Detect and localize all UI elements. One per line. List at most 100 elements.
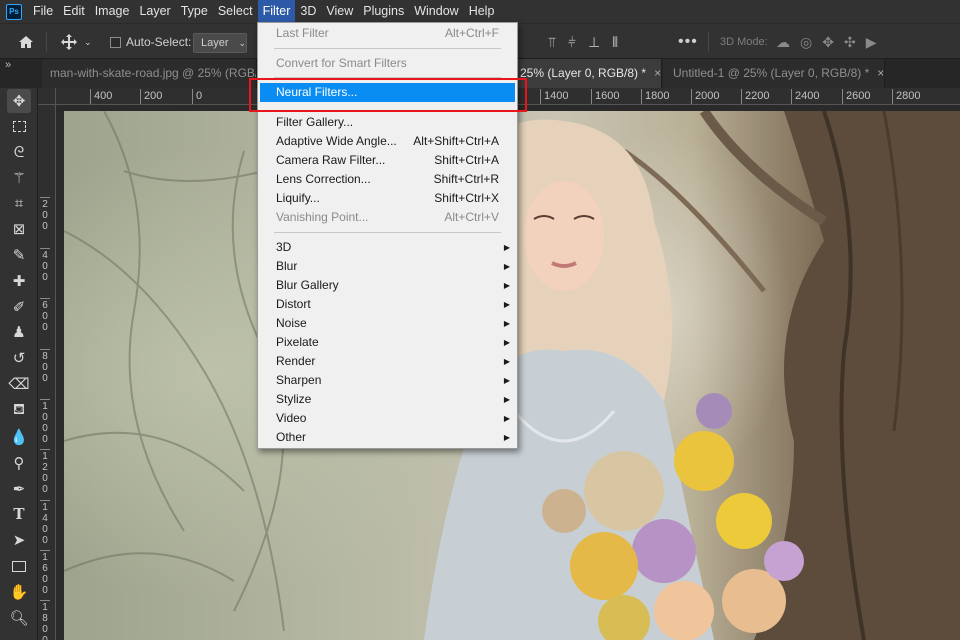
submenu-arrow-icon: ▶ — [503, 338, 510, 347]
auto-select-label: Auto-Select: — [126, 35, 192, 49]
menu-item-label: Video — [276, 411, 307, 425]
menu-item-lens-correction[interactable]: Lens Correction... Shift+Ctrl+R — [258, 170, 517, 189]
distribute-icon[interactable]: ⫴ — [612, 34, 618, 51]
menu-item-stylize[interactable]: Stylize ▶ — [258, 390, 517, 409]
menu-view[interactable]: View — [321, 0, 358, 23]
menu-filter[interactable]: Filter — [257, 0, 296, 23]
menu-select[interactable]: Select — [213, 0, 258, 23]
align-vertical-center-icon[interactable]: ⫩ — [568, 34, 576, 51]
marquee-tool-icon[interactable] — [7, 114, 31, 138]
chevron-down-icon: ⌄ — [238, 37, 247, 48]
slide-3d-icon[interactable]: ✣ — [844, 34, 856, 51]
menu-window[interactable]: Window — [409, 0, 463, 23]
dodge-tool-icon[interactable]: ⚲ — [7, 451, 31, 475]
ruler-tick-label: 1800 — [641, 89, 669, 104]
menu-item-filter-gallery[interactable]: Filter Gallery... — [258, 113, 517, 132]
ruler-tick-label: 1400 — [540, 89, 568, 104]
menu-image[interactable]: Image — [90, 0, 135, 23]
menu-item-neural-filters[interactable]: Neural Filters... — [260, 83, 515, 102]
align-bottom-icon[interactable]: ⊥ — [588, 34, 600, 51]
menu-help[interactable]: Help — [464, 0, 500, 23]
move-tool-preset-button[interactable]: ⌄ — [60, 24, 92, 60]
align-top-icon[interactable]: ⫪ — [548, 34, 556, 51]
eraser-tool-icon[interactable]: ⌫ — [7, 372, 31, 396]
magic-wand-tool-icon[interactable]: ⚚ — [7, 166, 31, 190]
close-icon[interactable]: × — [654, 66, 661, 80]
menu-3d[interactable]: 3D — [295, 0, 321, 23]
menu-item-sharpen[interactable]: Sharpen ▶ — [258, 371, 517, 390]
type-tool-icon[interactable]: T — [7, 502, 31, 526]
path-selection-tool-icon[interactable]: ➤ — [7, 528, 31, 552]
menu-item-label: Filter Gallery... — [276, 115, 354, 129]
menu-item-vanishing-point[interactable]: Vanishing Point... Alt+Ctrl+V — [258, 208, 517, 227]
tab-man-with-skate-road[interactable]: man-with-skate-road.jpg @ 25% (RGB/ — [42, 59, 257, 88]
menu-item-camera-raw-filter[interactable]: Camera Raw Filter... Shift+Ctrl+A — [258, 151, 517, 170]
menu-item-liquify[interactable]: Liquify... Shift+Ctrl+X — [258, 189, 517, 208]
auto-select-checkbox[interactable]: Auto-Select: — [110, 24, 191, 60]
menu-item-label: Blur Gallery — [276, 278, 339, 292]
toolbar-divider — [708, 32, 709, 52]
move-tool-icon[interactable]: ✥ — [7, 89, 31, 113]
tab-label: man-with-skate-road.jpg @ 25% (RGB/ — [50, 66, 257, 80]
tab-untitled-1[interactable]: Untitled-1 @ 25% (Layer 0, RGB/8) * × — [663, 59, 885, 88]
menu-item-blur-gallery[interactable]: Blur Gallery ▶ — [258, 276, 517, 295]
brush-tool-icon[interactable]: ✐ — [7, 295, 31, 319]
ruler-tick-label: 1 8 0 0 — [40, 600, 50, 640]
menu-separator — [274, 111, 501, 112]
menu-item-pixelate[interactable]: Pixelate ▶ — [258, 333, 517, 352]
move-icon — [61, 34, 77, 50]
shortcut-label: Alt+Ctrl+V — [444, 210, 499, 224]
rectangle-tool-icon[interactable] — [7, 554, 31, 578]
menu-item-3d[interactable]: 3D ▶ — [258, 238, 517, 257]
menu-item-adaptive-wide-angle[interactable]: Adaptive Wide Angle... Alt+Shift+Ctrl+A — [258, 132, 517, 151]
tab-active-document[interactable]: 25% (Layer 0, RGB/8) * × — [518, 59, 662, 88]
stamp-tool-icon[interactable]: ♟ — [7, 320, 31, 344]
hand-tool-icon[interactable]: ✋ — [7, 580, 31, 604]
menu-item-convert-smart-filters[interactable]: Convert for Smart Filters — [258, 54, 517, 73]
close-icon[interactable]: × — [877, 66, 884, 80]
menu-item-label: Lens Correction... — [276, 172, 371, 186]
eyedropper-tool-icon[interactable]: ✎ — [7, 243, 31, 267]
paint-bucket-tool-icon[interactable]: ⛾ — [7, 398, 31, 422]
tab-label: Untitled-1 @ 25% (Layer 0, RGB/8) * — [673, 66, 870, 80]
submenu-arrow-icon: ▶ — [503, 300, 510, 309]
menu-item-blur[interactable]: Blur ▶ — [258, 257, 517, 276]
orbit-3d-icon[interactable]: ☁ — [776, 34, 790, 51]
pen-tool-icon[interactable]: ✒ — [7, 477, 31, 501]
menu-file[interactable]: File — [28, 0, 58, 23]
menu-plugins[interactable]: Plugins — [358, 0, 409, 23]
more-options-icon[interactable]: ••• — [678, 24, 698, 60]
lasso-tool-icon[interactable]: ᘓ — [7, 140, 31, 164]
menu-separator — [274, 48, 501, 49]
healing-brush-tool-icon[interactable]: ✚ — [7, 269, 31, 293]
menu-item-label: Distort — [276, 297, 311, 311]
vertical-ruler[interactable]: 2 0 0 4 0 0 6 0 0 8 0 0 1 0 0 0 1 2 0 0 … — [38, 105, 56, 640]
home-icon[interactable] — [18, 24, 34, 60]
menu-item-video[interactable]: Video ▶ — [258, 409, 517, 428]
collapse-panels-icon[interactable]: » — [5, 59, 11, 71]
camera-3d-icon[interactable]: ▶ — [866, 34, 877, 51]
blur-tool-icon[interactable]: 💧 — [7, 425, 31, 449]
3d-mode-label: 3D Mode: — [720, 36, 768, 48]
menu-edit[interactable]: Edit — [58, 0, 90, 23]
menu-item-label: Render — [276, 354, 316, 368]
menu-layer[interactable]: Layer — [134, 0, 175, 23]
menu-item-render[interactable]: Render ▶ — [258, 352, 517, 371]
menu-item-label: Last Filter — [276, 26, 329, 40]
menu-type[interactable]: Type — [176, 0, 213, 23]
menu-item-other[interactable]: Other ▶ — [258, 428, 517, 447]
frame-tool-icon[interactable]: ⊠ — [7, 217, 31, 241]
ruler-tick-label: 2600 — [842, 89, 870, 104]
roll-3d-icon[interactable]: ◎ — [800, 34, 812, 51]
menu-item-distort[interactable]: Distort ▶ — [258, 295, 517, 314]
drag-3d-icon[interactable]: ✥ — [822, 34, 834, 51]
auto-select-target-dropdown[interactable]: Layer ⌄ — [193, 33, 247, 53]
menu-item-label: Noise — [276, 316, 307, 330]
history-brush-tool-icon[interactable]: ↺ — [7, 346, 31, 370]
menu-item-noise[interactable]: Noise ▶ — [258, 314, 517, 333]
crop-tool-icon[interactable]: ⌗ — [7, 191, 31, 215]
ruler-tick-label: 2000 — [691, 89, 719, 104]
menu-item-last-filter[interactable]: Last Filter Alt+Ctrl+F — [258, 24, 517, 43]
checkbox-box[interactable] — [110, 36, 121, 48]
zoom-tool-icon[interactable]: 🔍︎ — [7, 606, 31, 630]
